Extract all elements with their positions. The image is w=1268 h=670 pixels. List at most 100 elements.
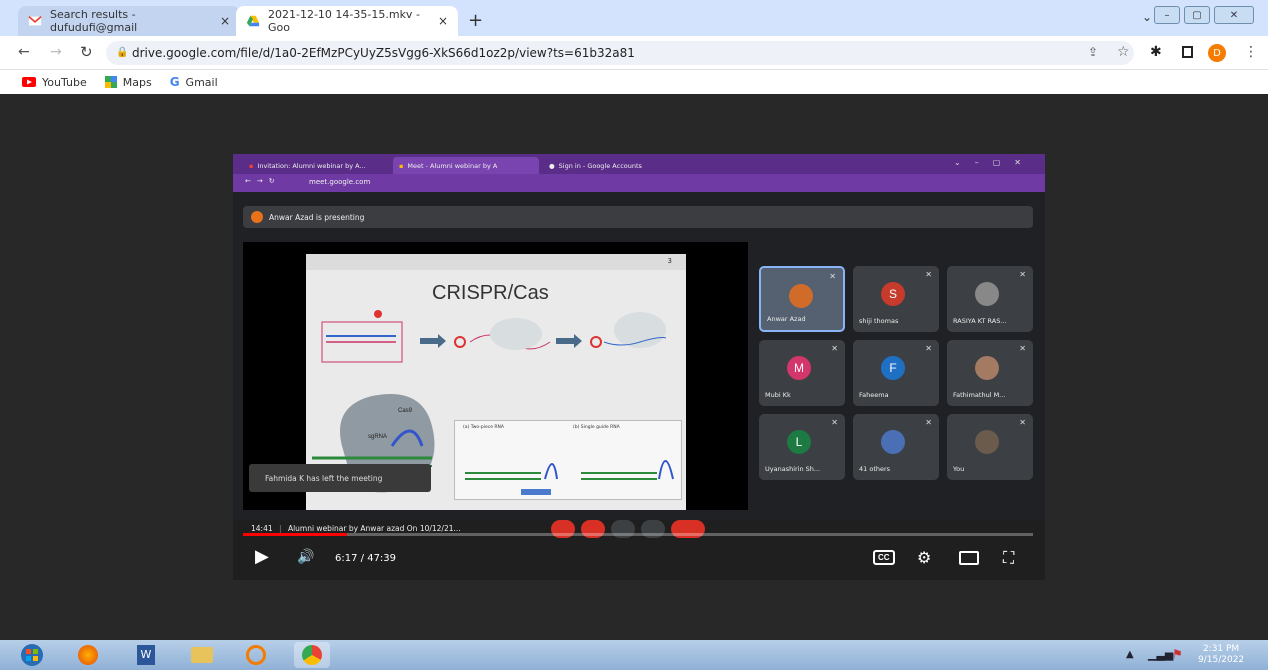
menu-kebab-icon[interactable]: ⋮	[1244, 44, 1258, 60]
mic-muted-icon: ✕	[831, 344, 838, 353]
bookmark-gmail[interactable]: G Gmail	[170, 75, 218, 89]
participant-tile[interactable]: ✕ 41 others	[853, 414, 939, 480]
drive-video-viewer: ▪ Invitation: Alumni webinar by A... ▪ M…	[0, 94, 1268, 640]
tab-drive-video[interactable]: 2021-12-10 14-35-15.mkv - Goo ×	[236, 6, 458, 36]
youtube-icon	[22, 77, 36, 87]
participant-tile[interactable]: ✕ M Mubi Kk	[759, 340, 845, 406]
participant-avatar	[975, 282, 999, 306]
participant-tile[interactable]: ✕ Sshiji thomas	[853, 266, 939, 332]
tab-search-chevron-icon[interactable]: ⌄	[1142, 10, 1152, 24]
url-text: drive.google.com/file/d/1a0-2EfMzPCyUyZ5…	[132, 46, 635, 60]
bookmark-youtube[interactable]: YouTube	[22, 76, 87, 89]
fullscreen-icon[interactable]: ⛶	[1003, 548, 1014, 568]
profile-avatar[interactable]: D	[1208, 44, 1226, 62]
miniplayer-icon[interactable]	[959, 551, 979, 565]
rna-figure-panel: (a) Two-piece RNA (b) Single guide RNA	[454, 420, 682, 500]
time-display: 6:17 / 47:39	[335, 553, 397, 564]
address-toolbar: ← → ↻ 🔒 drive.google.com/file/d/1a0-2EfM…	[0, 36, 1268, 70]
slide-title: CRISPR/Cas	[432, 282, 549, 304]
mic-muted-icon: ✕	[925, 344, 932, 353]
mic-muted-icon: ✕	[925, 270, 932, 279]
word-icon[interactable]: W	[128, 642, 164, 668]
file-explorer-icon[interactable]	[184, 642, 220, 668]
meet-icon: ▪	[399, 161, 404, 170]
participant-tile[interactable]: ✕ You	[947, 414, 1033, 480]
clock-time: 2:31 PM	[1202, 644, 1240, 654]
network-signal-icon[interactable]: ▁▃▅	[1148, 648, 1173, 661]
close-window-button[interactable]: ✕	[1214, 6, 1254, 24]
video-progress-fill	[243, 533, 348, 536]
participant-tile[interactable]: ✕ F Faheema	[853, 340, 939, 406]
flag-icon[interactable]: ⚑	[1172, 647, 1183, 661]
mic-muted-icon: ✕	[829, 272, 836, 281]
url-field[interactable]: 🔒 drive.google.com/file/d/1a0-2EfMzPCyUy…	[106, 41, 1134, 65]
recorded-tab-meet: ▪ Meet - Alumni webinar by A	[393, 157, 539, 174]
close-tab-icon[interactable]: ×	[438, 14, 448, 28]
new-tab-button[interactable]: +	[468, 10, 483, 31]
presenting-text: Anwar Azad is presenting	[269, 212, 365, 222]
participant-tile[interactable]: ✕ RASIYA KT RAS...	[947, 266, 1033, 332]
participant-avatar	[789, 284, 813, 308]
maximize-button[interactable]: ▢	[1184, 6, 1210, 24]
clock[interactable]: 2:31 PM 9/15/2022	[1198, 644, 1244, 666]
crispr-mechanism-diagram	[321, 310, 667, 363]
participant-tile[interactable]: ✕ L Uyanashirin Sh...	[759, 414, 845, 480]
slide-header	[306, 254, 686, 270]
video-player[interactable]: ▪ Invitation: Alumni webinar by A... ▪ M…	[233, 154, 1045, 580]
extensions-icon[interactable]: ✱	[1150, 44, 1162, 60]
time-total: 47:39	[367, 553, 397, 564]
participant-name: shiji thomas	[859, 317, 899, 325]
participant-name: Uyanashirin Sh...	[765, 465, 821, 473]
lock-icon: 🔒	[116, 47, 129, 58]
chrome-taskbar-icon[interactable]	[294, 642, 330, 668]
google-icon: G	[169, 75, 180, 89]
reload-icon[interactable]: ↻	[80, 43, 93, 61]
mic-muted-icon: ✕	[1019, 418, 1026, 427]
volume-icon[interactable]: 🔊	[297, 549, 314, 565]
bookmark-label: YouTube	[42, 75, 87, 89]
media-player-icon[interactable]	[238, 642, 274, 668]
meet-time: 14:41	[251, 524, 273, 533]
tab-search-results[interactable]: Search results - dufudufi@gmail ×	[18, 6, 240, 36]
mic-muted-icon: ✕	[1019, 270, 1026, 279]
clock-date: 9/15/2022	[1198, 655, 1245, 665]
participant-name: Anwar Azad	[767, 315, 806, 323]
settings-gear-icon[interactable]: ⚙	[917, 548, 931, 567]
participant-avatar	[881, 430, 905, 454]
play-icon[interactable]: ▶	[255, 546, 269, 567]
participant-name: You	[953, 465, 965, 473]
window-controls: – ▢ ✕	[1154, 6, 1254, 24]
participant-tile[interactable]: ✕ Fathimathul M...	[947, 340, 1033, 406]
sgrna-label: sgRNA	[368, 434, 387, 440]
recorded-tab-title: Invitation: Alumni webinar by A...	[257, 161, 366, 170]
participant-name: Faheema	[859, 391, 889, 399]
recorded-tab-invitation: ▪ Invitation: Alumni webinar by A...	[243, 157, 391, 174]
participant-name: 41 others	[859, 465, 891, 473]
mic-muted-icon: ✕	[1019, 344, 1026, 353]
presenter-avatar	[251, 211, 263, 223]
recorded-address-bar: ←→↻ meet.google.com	[233, 174, 1045, 192]
bookmark-label: Gmail	[185, 75, 218, 89]
maps-icon	[104, 76, 117, 88]
back-icon[interactable]: ←	[18, 44, 30, 60]
captions-button[interactable]: CC	[873, 550, 895, 565]
share-icon[interactable]: ⇪	[1088, 45, 1098, 59]
participant-name: Fathimathul M...	[953, 391, 1006, 399]
side-panel-icon[interactable]	[1182, 46, 1193, 58]
close-tab-icon[interactable]: ×	[220, 14, 230, 28]
start-button[interactable]	[14, 642, 50, 668]
participant-avatar	[975, 356, 999, 380]
google-drive-icon	[246, 15, 260, 27]
forward-icon[interactable]: →	[50, 44, 62, 60]
meet-title: Alumni webinar by Anwar azad On 10/12/21…	[287, 524, 461, 533]
minimize-button[interactable]: –	[1154, 6, 1180, 24]
google-icon: ●	[549, 161, 555, 170]
participant-tile[interactable]: ✕ Anwar Azad	[759, 266, 845, 332]
windows-logo-icon	[21, 644, 43, 666]
tray-chevron-icon[interactable]: ▲	[1126, 649, 1134, 660]
bookmark-star-icon[interactable]: ☆	[1117, 44, 1130, 60]
recorded-tab-signin: ● Sign in - Google Accounts	[543, 157, 689, 174]
firefox-icon[interactable]	[70, 642, 106, 668]
video-progress-bar[interactable]	[243, 533, 1033, 536]
bookmark-maps[interactable]: Maps	[104, 76, 152, 89]
